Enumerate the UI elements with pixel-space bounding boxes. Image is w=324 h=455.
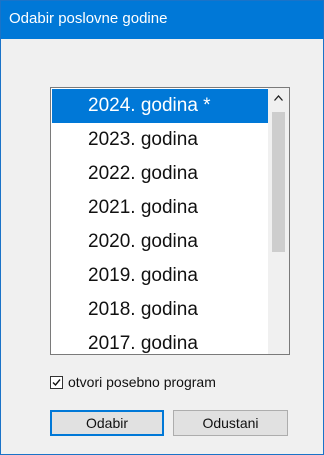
list-item[interactable]: 2021. godina xyxy=(52,191,269,225)
window-title: Odabir poslovne godine xyxy=(9,10,168,27)
list-item[interactable]: 2020. godina xyxy=(52,225,269,259)
title-bar[interactable]: Odabir poslovne godine xyxy=(1,1,323,39)
list-item[interactable]: 2019. godina xyxy=(52,259,269,293)
list-item[interactable]: 2017. godina xyxy=(52,327,269,354)
list-item[interactable]: 2023. godina xyxy=(52,123,269,157)
select-button[interactable]: Odabir xyxy=(50,410,164,436)
scrollbar-thumb[interactable] xyxy=(272,112,285,252)
checkmark-icon xyxy=(52,378,61,386)
cancel-button[interactable]: Odustani xyxy=(173,410,288,436)
year-listbox[interactable]: 2024. godina * 2023. godina 2022. godina… xyxy=(50,87,290,355)
list-item[interactable]: 2018. godina xyxy=(52,293,269,327)
scroll-up-button[interactable] xyxy=(268,88,289,110)
list-item[interactable]: 2024. godina * xyxy=(52,89,269,123)
list-item[interactable]: 2022. godina xyxy=(52,157,269,191)
year-list-items: 2024. godina * 2023. godina 2022. godina… xyxy=(52,89,269,354)
vertical-scrollbar[interactable] xyxy=(268,88,289,354)
open-separately-option[interactable]: otvori posebno program xyxy=(50,372,216,392)
open-separately-label: otvori posebno program xyxy=(68,374,216,390)
chevron-up-icon xyxy=(274,95,283,101)
year-selection-dialog: Odabir poslovne godine 2024. godina * 20… xyxy=(0,0,324,455)
open-separately-checkbox[interactable] xyxy=(50,375,63,389)
